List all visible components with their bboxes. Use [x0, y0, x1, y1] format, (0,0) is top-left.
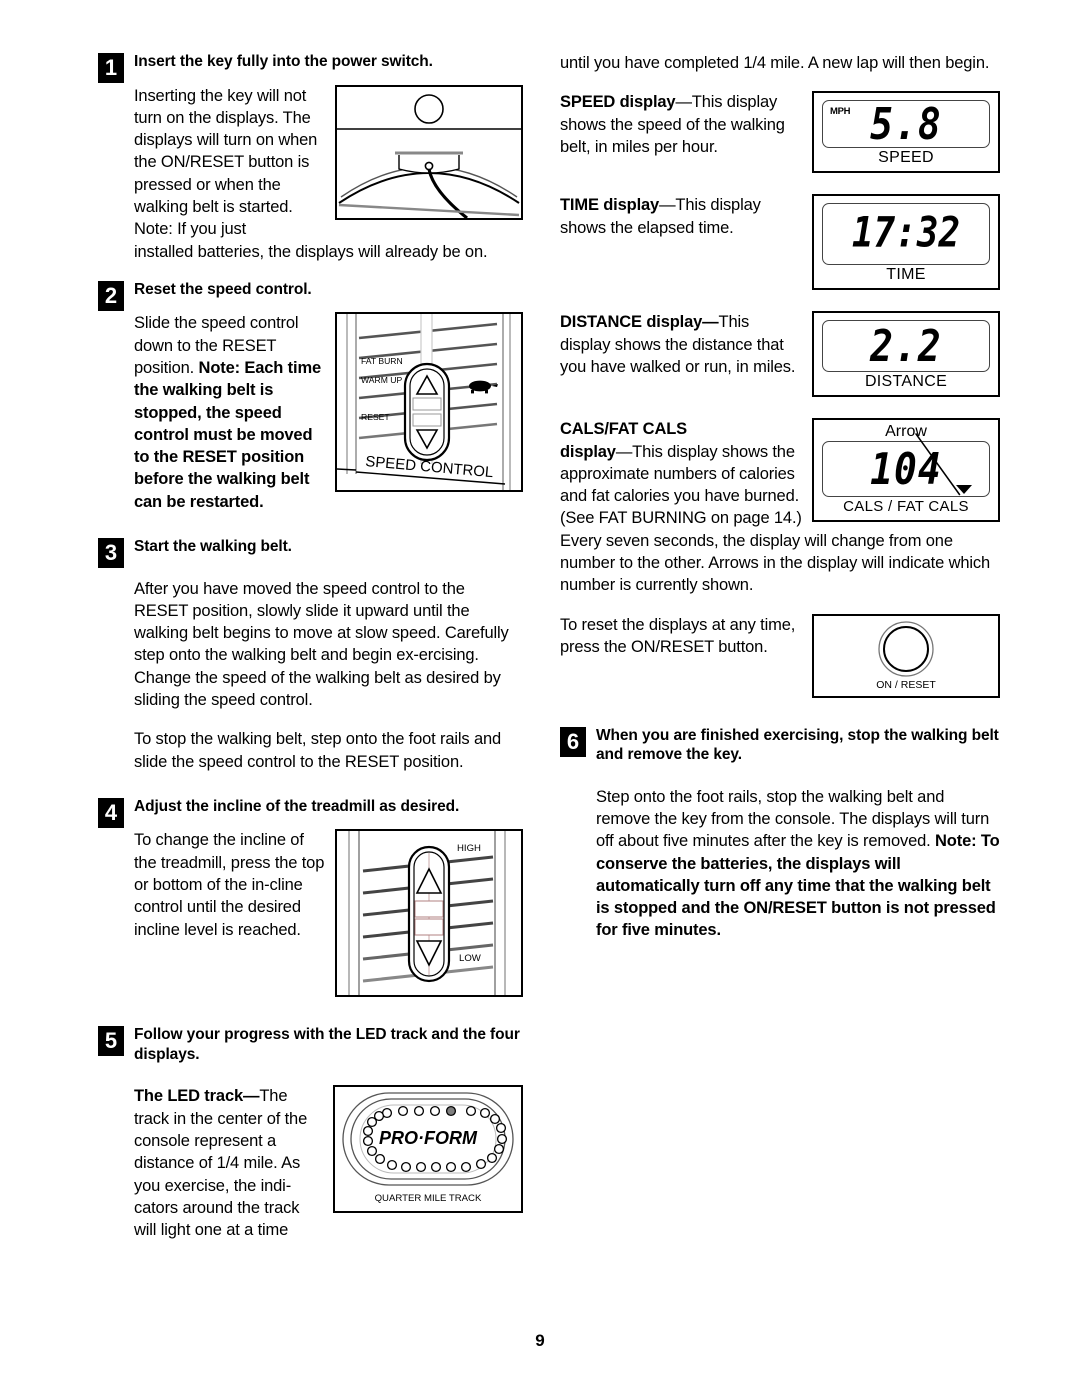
- step-1-heading: 1 Insert the key fully into the power sw…: [98, 52, 523, 83]
- incline-control-illustration: HIGH LOW: [348, 831, 506, 996]
- on-reset-button-illustration: ON / RESET: [876, 621, 936, 691]
- step-6-heading: 6 When you are finished exercising, stop…: [560, 726, 1000, 765]
- speed-units-label: MPH: [830, 106, 851, 118]
- on-reset-section: ON / RESET To reset the displays at any …: [560, 613, 1000, 702]
- manual-page: 1 Insert the key fully into the power sw…: [0, 0, 1080, 1397]
- distance-display-figure: 2.2 DISTANCE: [812, 311, 1000, 398]
- console-key-illustration: [337, 93, 521, 218]
- time-description-bold: TIME display: [560, 196, 660, 215]
- led-track-figure: PRO·FORM QUARTER MILE TRACK: [333, 1085, 523, 1214]
- distance-value: 2.2: [870, 320, 942, 372]
- on-reset-panel: ON / RESET: [812, 613, 1000, 698]
- cals-description-bold-2: display: [560, 442, 616, 461]
- step-3-badge: 3: [98, 538, 124, 569]
- cals-value: 104: [870, 443, 942, 495]
- incline-control-figure-box: HIGH LOW: [335, 829, 523, 998]
- step-4-heading: 4 Adjust the incline of the treadmill as…: [98, 797, 523, 828]
- led-track-caption: QUARTER MILE TRACK: [375, 1193, 482, 1204]
- speed-display-panel: MPH 5.8 SPEED: [812, 91, 1000, 174]
- led-track-illustration: PRO·FORM QUARTER MILE TRACK: [342, 1092, 514, 1204]
- step-5-paragraph-bold: The LED track—: [134, 1087, 260, 1106]
- speed-description-bold: SPEED display: [560, 93, 676, 112]
- speed-display-figure: MPH 5.8 SPEED: [812, 91, 1000, 174]
- cals-caption: CALS / FAT CALS: [843, 498, 969, 516]
- speed-value: 5.8: [870, 98, 942, 150]
- on-reset-caption: ON / RESET: [876, 679, 936, 691]
- step-2-heading: 2 Reset the speed control.: [98, 280, 523, 311]
- cals-display-figure: Arrow 104 CALS / FAT CALS: [812, 418, 1000, 523]
- turtle-icon: [469, 380, 498, 394]
- right-intro-paragraph: until you have completed 1/4 mile. A new…: [560, 54, 990, 72]
- led-track-figure-box: PRO·FORM QUARTER MILE TRACK: [333, 1085, 523, 1214]
- step-5-body: PRO·FORM QUARTER MILE TRACK The LED trac…: [98, 1085, 523, 1241]
- speed-lcd-screen: MPH 5.8: [822, 98, 990, 150]
- left-column: 1 Insert the key fully into the power sw…: [98, 52, 523, 1242]
- cals-arrow-label: Arrow: [885, 423, 927, 441]
- step-6-paragraph-plain: Step onto the foot rails, stop the walki…: [596, 787, 990, 851]
- svg-text:WARM UP: WARM UP: [361, 375, 402, 385]
- time-display-panel: 17:32 TIME: [812, 194, 1000, 291]
- led-track-brand: PRO·FORM: [379, 1128, 478, 1148]
- svg-text:LOW: LOW: [459, 953, 482, 964]
- svg-text:HIGH: HIGH: [457, 843, 481, 854]
- step-1-badge: 1: [98, 53, 124, 83]
- distance-display-section: 2.2 DISTANCE DISTANCE display—This displ…: [560, 311, 1000, 401]
- cals-lcd-screen: 104: [822, 441, 990, 498]
- svg-text:FAT BURN: FAT BURN: [361, 356, 403, 366]
- step-5-heading: 5 Follow your progress with the LED trac…: [98, 1025, 523, 1064]
- distance-lcd-screen: 2.2: [822, 320, 990, 373]
- step-5-badge: 5: [98, 1026, 124, 1057]
- step-6-badge: 6: [560, 726, 586, 757]
- step-4-badge: 4: [98, 797, 124, 828]
- distance-description-bold: DISTANCE display—: [560, 313, 719, 332]
- time-display-figure: 17:32 TIME: [812, 194, 1000, 291]
- step-4-body: HIGH LOW To change the incline of the tr…: [98, 829, 523, 1001]
- step-5-title: Follow your progress with the LED track …: [134, 1026, 520, 1063]
- speed-caption: SPEED: [878, 149, 934, 167]
- right-column: until you have completed 1/4 mile. A new…: [560, 52, 1000, 942]
- speed-control-illustration: FAT BURN WARM UP RESET SPEED CONTROL: [337, 314, 511, 491]
- cals-display-section: Arrow 104 CALS / FAT CALS CALS/FAT CALS d…: [560, 418, 1000, 529]
- step-5-paragraph-rest: The track in the center of the console r…: [134, 1087, 308, 1240]
- console-key-figure-box: [335, 84, 523, 220]
- time-lcd-screen: 17:32: [822, 203, 990, 266]
- distance-display-panel: 2.2 DISTANCE: [812, 311, 1000, 398]
- step-4-title: Adjust the incline of the treadmill as d…: [134, 797, 460, 815]
- step-3-paragraph-1: After you have moved the speed control t…: [134, 579, 509, 710]
- step-2-title: Reset the speed control.: [134, 280, 312, 298]
- step-6-paragraph: Step onto the foot rails, stop the walki…: [596, 786, 1000, 942]
- cals-arrow-indicator: [956, 485, 972, 495]
- step-2-paragraph-bold: Note: Each time the walking belt is stop…: [134, 358, 321, 511]
- step-1-paragraph-full: installed batteries, the displays will a…: [134, 242, 488, 261]
- step-3-heading: 3 Start the walking belt.: [98, 537, 523, 569]
- distance-caption: DISTANCE: [864, 373, 948, 391]
- on-reset-figure: ON / RESET: [812, 613, 1000, 698]
- step-1-title: Insert the key fully into the power swit…: [134, 53, 433, 70]
- cals-description-bold-1: CALS/FAT CALS: [560, 420, 687, 439]
- console-key-figure: [335, 84, 523, 220]
- cals-display-panel: Arrow 104 CALS / FAT CALS: [812, 418, 1000, 523]
- step-2-badge: 2: [98, 280, 124, 311]
- time-caption: TIME: [886, 266, 926, 284]
- speed-control-figure: FAT BURN WARM UP RESET SPEED CONTROL: [335, 312, 523, 493]
- cals-paragraph-after: Every seven seconds, the display will ch…: [560, 531, 991, 595]
- page-number: 9: [535, 1331, 545, 1350]
- incline-control-figure: HIGH LOW: [335, 829, 523, 998]
- step-3-paragraph-2: To stop the walking belt, step onto the …: [134, 730, 502, 771]
- step-2-body: FAT BURN WARM UP RESET SPEED CONTROL Sli…: [98, 312, 523, 513]
- step-3-title: Start the walking belt.: [134, 538, 292, 556]
- step-6-title: When you are finished exercising, stop t…: [596, 726, 999, 764]
- step-1-body: Inserting the key will not turn on the d…: [98, 84, 523, 241]
- svg-text:RESET: RESET: [361, 412, 390, 422]
- speed-display-section: MPH 5.8 SPEED SPEED display—This display…: [560, 91, 1000, 177]
- time-display-section: 17:32 TIME TIME display—This display sho…: [560, 194, 1000, 294]
- time-value: 17:32: [851, 210, 961, 258]
- speed-control-figure-box: FAT BURN WARM UP RESET SPEED CONTROL: [335, 312, 523, 493]
